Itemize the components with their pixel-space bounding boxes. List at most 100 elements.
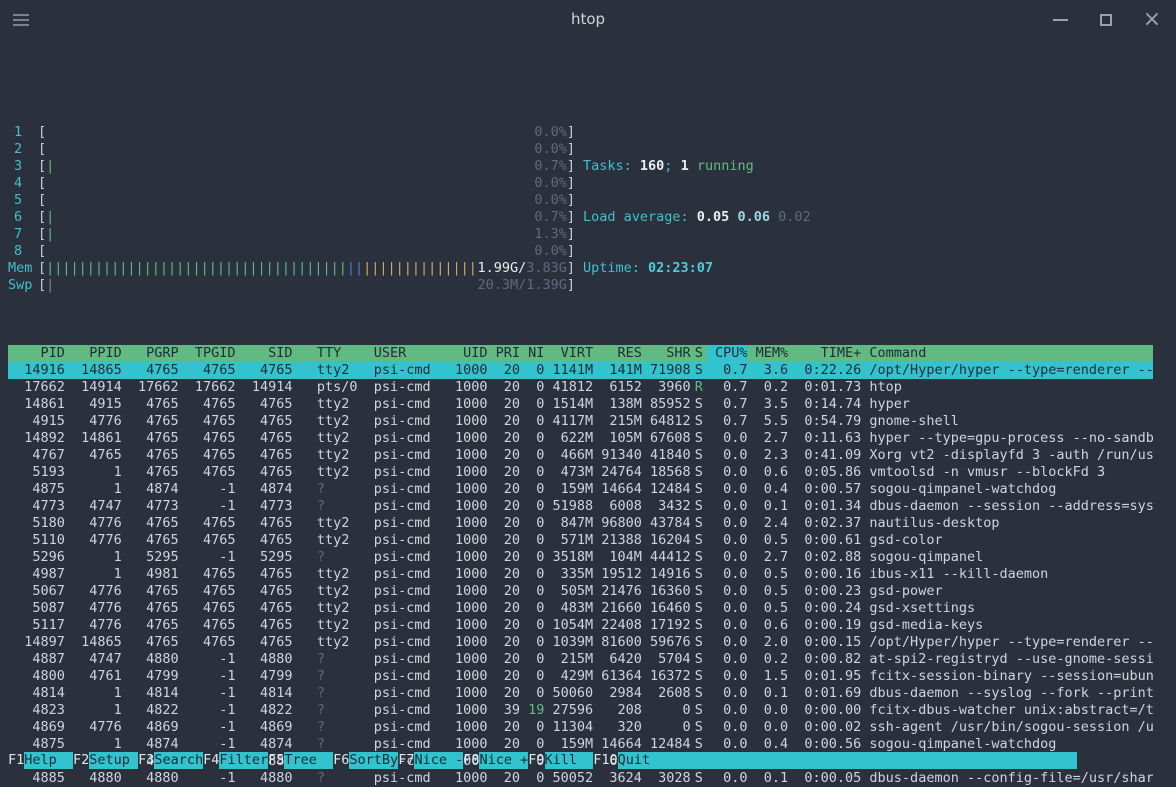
cell-shr: 67608 [642, 430, 691, 447]
table-row[interactable]: 50674776476547654765tty2psi-cmd100020050… [8, 583, 1153, 600]
cell-uid: 1000 [447, 617, 488, 634]
table-row[interactable]: 51104776476547654765tty2psi-cmd100020057… [8, 532, 1153, 549]
table-row[interactable]: 480047614799-14799?psi-cmd1000200429M613… [8, 668, 1153, 685]
table-row[interactable]: 486947764869-14869?psi-cmd10002001130432… [8, 719, 1153, 736]
table-row[interactable]: 488747474880-14880?psi-cmd1000200215M642… [8, 651, 1153, 668]
column-header-s[interactable]: S [691, 345, 707, 362]
meter-bar: ||||||||||||||||||||||||||||||||||||||||… [46, 260, 567, 277]
fnkey-kill-button[interactable]: F9Kill [528, 752, 593, 769]
fnkey-help-button[interactable]: F1Help [8, 752, 73, 769]
cell-res: 91340 [593, 447, 642, 464]
cell-pri: 20 [487, 498, 520, 515]
cell-ppid: 1 [65, 736, 122, 753]
column-header-shr[interactable]: SHR [642, 345, 691, 362]
fnkey-quit-button[interactable]: F10Quit [593, 752, 1076, 769]
cell-virt: 11304 [544, 719, 593, 736]
column-header-pid[interactable]: PID [8, 345, 65, 362]
table-row[interactable]: 487514874-14874?psi-cmd1000200159M146641… [8, 736, 1153, 753]
column-header-ppid[interactable]: PPID [65, 345, 122, 362]
cell-tty: tty2 [292, 532, 365, 549]
table-row[interactable]: 148614915476547654765tty2psi-cmd10002001… [8, 396, 1153, 413]
cell-ppid: 4776 [65, 719, 122, 736]
bracket-close: ] [567, 209, 575, 226]
cell-command: gsd-power [861, 583, 1153, 600]
column-header-user[interactable]: USER [366, 345, 447, 362]
fnkey-nice+-button[interactable]: F8Nice + [463, 752, 528, 769]
cell-time: 0:00.16 [788, 566, 861, 583]
fnkey-setup-button[interactable]: F2Setup [73, 752, 138, 769]
table-row[interactable]: 49871498147654765tty2psi-cmd1000200335M1… [8, 566, 1153, 583]
cell-uid: 1000 [447, 634, 488, 651]
cell-res: 105M [593, 430, 642, 447]
table-row[interactable]: 487514874-14874?psi-cmd1000200159M146641… [8, 481, 1153, 498]
table-row[interactable]: 51804776476547654765tty2psi-cmd100020084… [8, 515, 1153, 532]
cell-time: 0:54.79 [788, 413, 861, 430]
cell-pgrp: 4874 [122, 481, 179, 498]
table-row[interactable]: 47674765476547654765tty2psi-cmd100020046… [8, 447, 1153, 464]
column-header-res[interactable]: RES [593, 345, 642, 362]
cell-user: psi-cmd [366, 600, 447, 617]
table-row[interactable]: 482314822-14822?psi-cmd10003919275962080… [8, 702, 1153, 719]
table-row[interactable]: 50874776476547654765tty2psi-cmd100020048… [8, 600, 1153, 617]
cell-virt: 50052 [544, 770, 593, 787]
cell-s: S [691, 600, 707, 617]
column-header-sid[interactable]: SID [236, 345, 293, 362]
table-row[interactable]: 51931476547654765tty2psi-cmd1000200473M2… [8, 464, 1153, 481]
column-header-command[interactable]: Command [861, 345, 1153, 362]
table-row[interactable]: 477347474773-14773?psi-cmd10002005198860… [8, 498, 1153, 515]
fnkey-sortby-button[interactable]: F6SortBy [333, 752, 398, 769]
cell-ppid: 1 [65, 702, 122, 719]
column-header-pgrp[interactable]: PGRP [122, 345, 179, 362]
table-row[interactable]: 1489714865476547654765tty2psi-cmd1000200… [8, 634, 1153, 651]
fnkey-search-button[interactable]: F3Search [138, 752, 203, 769]
cell-tpgid: 4765 [179, 515, 236, 532]
close-button-icon[interactable]: × [1142, 10, 1162, 30]
fnkey-filter-button[interactable]: F4Filter [203, 752, 268, 769]
cell-tpgid: 4765 [179, 583, 236, 600]
cell-shr: 17192 [642, 617, 691, 634]
cell-command: gsd-xsettings [861, 600, 1153, 617]
column-header-tpgid[interactable]: TPGID [179, 345, 236, 362]
cell-mem: 0.5 [748, 600, 789, 617]
cell-ni: 0 [520, 736, 544, 753]
cpu-percent: 0.0% [534, 192, 567, 209]
cell-user: psi-cmd [366, 515, 447, 532]
table-row[interactable]: 51174776476547654765tty2psi-cmd100020010… [8, 617, 1153, 634]
column-header-tty[interactable]: TTY [292, 345, 365, 362]
bracket-open: [ [38, 243, 46, 260]
table-row[interactable]: 49154776476547654765tty2psi-cmd100020041… [8, 413, 1153, 430]
cell-ni: 0 [520, 617, 544, 634]
column-header-pri[interactable]: PRI [487, 345, 520, 362]
fnkey-number: F10 [593, 752, 617, 769]
fnkey-tree-button[interactable]: F5Tree [268, 752, 333, 769]
table-row-selected[interactable]: 1491614865476547654765tty2psi-cmd1000200… [8, 362, 1153, 379]
mem-total-value: 3.83G [526, 260, 567, 276]
cell-cpu: 0.0 [707, 498, 748, 515]
cell-uid: 1000 [447, 362, 488, 379]
cell-mem: 3.6 [748, 362, 789, 379]
table-row[interactable]: 1489214861476547654765tty2psi-cmd1000200… [8, 430, 1153, 447]
cell-uid: 1000 [447, 481, 488, 498]
cell-virt: 4117M [544, 413, 593, 430]
column-header-uid[interactable]: UID [447, 345, 488, 362]
table-row[interactable]: 1766214914176621766214914pts/0psi-cmd100… [8, 379, 1153, 396]
cell-cpu: 0.0 [707, 532, 748, 549]
minimize-button-icon[interactable] [1050, 10, 1070, 30]
cell-res: 208 [593, 702, 642, 719]
fnkey-nice--button[interactable]: F7Nice - [398, 752, 463, 769]
column-header-time[interactable]: TIME+ [788, 345, 861, 362]
cell-virt: 505M [544, 583, 593, 600]
table-row[interactable]: 488548804880-14880?psi-cmd10002005005236… [8, 770, 1153, 787]
cell-tpgid: -1 [179, 702, 236, 719]
column-header-virt[interactable]: VIRT [544, 345, 593, 362]
cell-uid: 1000 [447, 396, 488, 413]
cell-ni: 0 [520, 481, 544, 498]
table-row[interactable]: 529615295-15295?psi-cmd10002003518M104M4… [8, 549, 1153, 566]
column-header-ni[interactable]: NI [520, 345, 544, 362]
table-row[interactable]: 481414814-14814?psi-cmd10002005006029842… [8, 685, 1153, 702]
fnkey-number: F6 [333, 752, 349, 769]
column-header-cpu[interactable]: CPU% [707, 345, 748, 362]
cell-ppid: 4765 [65, 447, 122, 464]
maximize-button-icon[interactable] [1096, 10, 1116, 30]
column-header-mem[interactable]: MEM% [748, 345, 789, 362]
